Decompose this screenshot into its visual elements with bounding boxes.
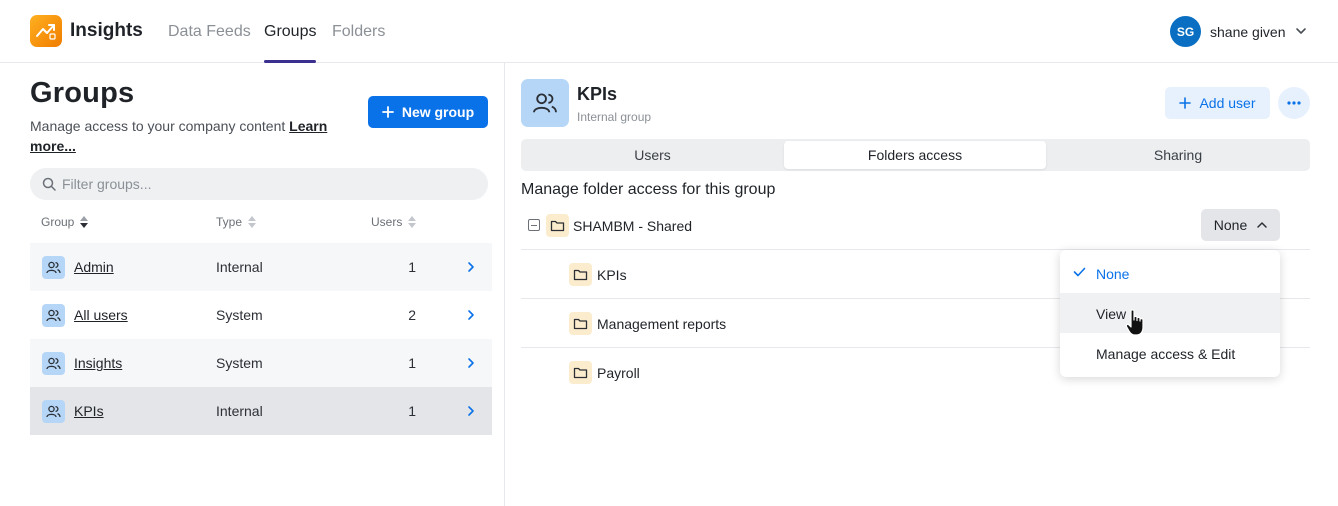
column-header-users[interactable]: Users [371, 215, 417, 229]
tab-folders-access[interactable]: Folders access [784, 141, 1046, 169]
add-user-button[interactable]: Add user [1165, 87, 1270, 119]
chevron-down-icon[interactable] [1295, 25, 1307, 37]
more-horizontal-icon [1287, 101, 1301, 105]
plus-icon [381, 106, 394, 118]
group-user-count: 1 [408, 403, 416, 419]
sort-icon [248, 216, 257, 228]
nav-tab-groups[interactable]: Groups [264, 23, 316, 41]
users-group-icon [42, 352, 65, 375]
group-avatar [521, 79, 569, 127]
chevron-right-icon[interactable] [467, 405, 475, 417]
more-options-button[interactable] [1278, 87, 1310, 119]
page-title: Groups [30, 77, 135, 109]
add-user-label: Add user [1199, 95, 1256, 111]
plus-icon [1179, 97, 1192, 109]
panel-divider [504, 63, 505, 506]
group-name-link[interactable]: KPIs [74, 403, 104, 419]
access-level-value: None [1213, 217, 1248, 233]
folder-name[interactable]: SHAMBM - Shared [573, 218, 692, 234]
new-group-button[interactable]: New group [368, 96, 488, 128]
group-type: System [216, 307, 263, 323]
dropdown-option-label: Manage access & Edit [1096, 346, 1236, 362]
sort-icon [80, 216, 89, 228]
dropdown-option-label: View [1096, 306, 1127, 322]
top-navigation: Insights Data Feeds Groups Folders SG sh… [0, 0, 1338, 63]
filter-groups[interactable] [30, 168, 488, 200]
active-tab-indicator [264, 60, 316, 63]
dropdown-option-view[interactable]: View [1060, 293, 1280, 333]
sort-icon [408, 216, 417, 228]
chevron-right-icon[interactable] [467, 357, 475, 369]
users-group-icon [533, 93, 557, 113]
description-text: Manage access to your company content [30, 118, 286, 134]
tab-users[interactable]: Users [523, 141, 782, 169]
table-row[interactable]: Admin Internal 1 [30, 243, 492, 291]
page-description: Manage access to your company content Le… [30, 116, 340, 156]
group-type: Internal [216, 403, 263, 419]
folder-name[interactable]: KPIs [597, 267, 627, 283]
folder-icon [569, 361, 592, 384]
access-level-select[interactable]: None [1201, 209, 1280, 241]
folder-icon [546, 214, 569, 237]
chevron-right-icon[interactable] [467, 309, 475, 321]
folder-name[interactable]: Management reports [597, 316, 726, 332]
folder-name[interactable]: Payroll [597, 365, 640, 381]
chevron-right-icon[interactable] [467, 261, 475, 273]
search-icon [42, 177, 56, 191]
user-name[interactable]: shane given [1210, 24, 1286, 40]
nav-tab-data-feeds[interactable]: Data Feeds [168, 23, 251, 41]
chevron-up-icon [1257, 222, 1267, 228]
table-row[interactable]: All users System 2 [30, 291, 492, 339]
dropdown-option-label: None [1096, 266, 1130, 282]
table-row[interactable]: Insights System 1 [30, 339, 492, 387]
group-name-link[interactable]: All users [74, 307, 128, 323]
insights-logo-icon[interactable] [30, 15, 62, 47]
user-avatar[interactable]: SG [1170, 16, 1201, 47]
tab-sharing[interactable]: Sharing [1048, 141, 1308, 169]
users-group-icon [42, 256, 65, 279]
dropdown-option-manage-access-edit[interactable]: Manage access & Edit [1060, 333, 1280, 373]
group-name-link[interactable]: Admin [74, 259, 114, 275]
checkmark-icon [1073, 267, 1086, 277]
group-user-count: 1 [408, 355, 416, 371]
group-type: System [216, 355, 263, 371]
detail-tabs: Users Folders access Sharing [521, 139, 1310, 171]
folder-icon [569, 263, 592, 286]
dropdown-option-none[interactable]: None [1060, 253, 1280, 293]
table-row-selected[interactable]: KPIs Internal 1 [30, 387, 492, 435]
new-group-label: New group [401, 104, 475, 120]
nav-tab-folders[interactable]: Folders [332, 23, 385, 41]
group-name-link[interactable]: Insights [74, 355, 122, 371]
group-subtitle: Internal group [577, 110, 652, 124]
filter-groups-input[interactable] [62, 168, 472, 200]
folder-icon [569, 312, 592, 335]
column-header-label: Group [41, 215, 75, 229]
access-level-dropdown: None View Manage access & Edit [1060, 250, 1280, 377]
column-header-group[interactable]: Group [41, 215, 89, 229]
column-header-type[interactable]: Type [216, 215, 257, 229]
users-group-icon [42, 304, 65, 327]
group-user-count: 1 [408, 259, 416, 275]
column-header-label: Users [371, 215, 403, 229]
collapse-toggle-icon[interactable] [528, 219, 540, 231]
app-name: Insights [70, 20, 143, 41]
column-header-label: Type [216, 215, 243, 229]
group-type: Internal [216, 259, 263, 275]
section-title: Manage folder access for this group [521, 181, 776, 198]
hand-cursor-icon [1125, 309, 1144, 336]
folder-row-root: SHAMBM - Shared [521, 201, 1310, 250]
users-group-icon [42, 400, 65, 423]
group-title: KPIs [577, 84, 618, 104]
group-user-count: 2 [408, 307, 416, 323]
